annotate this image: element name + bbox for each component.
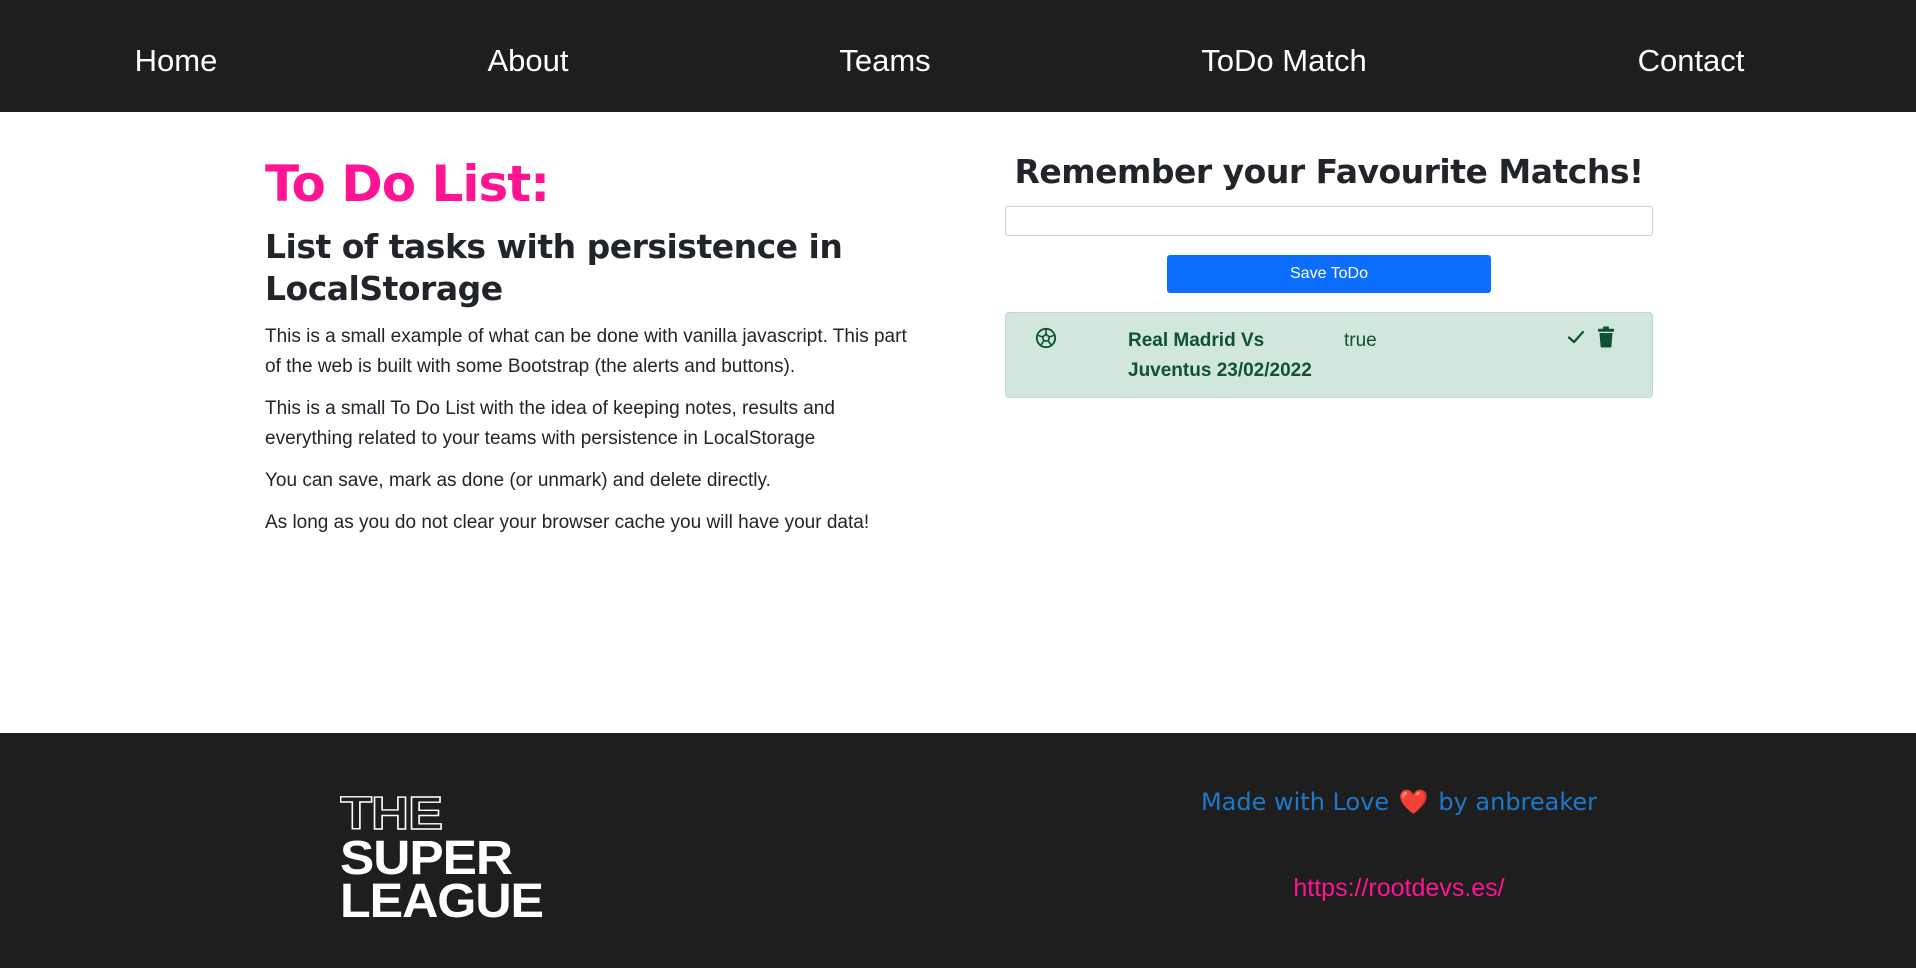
save-todo-button[interactable]: Save ToDo bbox=[1167, 255, 1491, 293]
nav-link-contact[interactable]: Contact bbox=[1638, 0, 1745, 112]
intro-paragraph: As long as you do not clear your browser… bbox=[265, 512, 870, 533]
nav-link-todo-match[interactable]: ToDo Match bbox=[1201, 0, 1366, 112]
nav-link-about[interactable]: About bbox=[487, 0, 568, 112]
page-subtitle: List of tasks with persistence in LocalS… bbox=[265, 227, 843, 308]
intro-paragraph: You can save, mark as done (or unmark) a… bbox=[265, 470, 771, 491]
author-text: by anbreaker bbox=[1438, 788, 1598, 816]
todo-item: Real Madrid Vs Juventus 23/02/2022 true bbox=[1005, 312, 1653, 398]
todo-item-text: Real Madrid Vs Juventus 23/02/2022 bbox=[1128, 330, 1312, 381]
page-title: To Do List: bbox=[265, 155, 550, 213]
check-icon[interactable] bbox=[1566, 327, 1586, 347]
todo-section: Remember your Favourite Matchs! Save ToD… bbox=[1005, 146, 1653, 398]
todo-item-status: true bbox=[1344, 330, 1377, 351]
nav-link-teams[interactable]: Teams bbox=[839, 0, 930, 112]
football-icon bbox=[1035, 327, 1057, 349]
site-link[interactable]: https://rootdevs.es/ bbox=[1293, 871, 1504, 905]
top-navbar: Home About Teams ToDo Match Contact bbox=[0, 0, 1916, 112]
made-with-love-text: Made with Love bbox=[1200, 788, 1390, 816]
intro-paragraph: This is a small example of what can be d… bbox=[265, 326, 907, 377]
svg-text:LEAGUE: LEAGUE bbox=[340, 875, 543, 919]
heart-icon: ❤️ bbox=[1398, 788, 1429, 816]
todo-heading: Remember your Favourite Matchs! bbox=[1014, 152, 1644, 191]
nav-link-home[interactable]: Home bbox=[135, 0, 218, 112]
page-footer: THE SUPER LEAGUE Made with Love ❤️ by an… bbox=[0, 733, 1916, 968]
todo-input[interactable] bbox=[1005, 206, 1653, 236]
intro-section: To Do List: List of tasks with persisten… bbox=[265, 150, 915, 550]
super-league-logo: THE SUPER LEAGUE bbox=[340, 789, 544, 919]
trash-icon[interactable] bbox=[1597, 326, 1615, 348]
intro-paragraph: This is a small To Do List with the idea… bbox=[265, 398, 835, 449]
made-with-love-link[interactable]: Made with Love ❤️ by anbreaker bbox=[1201, 785, 1597, 819]
